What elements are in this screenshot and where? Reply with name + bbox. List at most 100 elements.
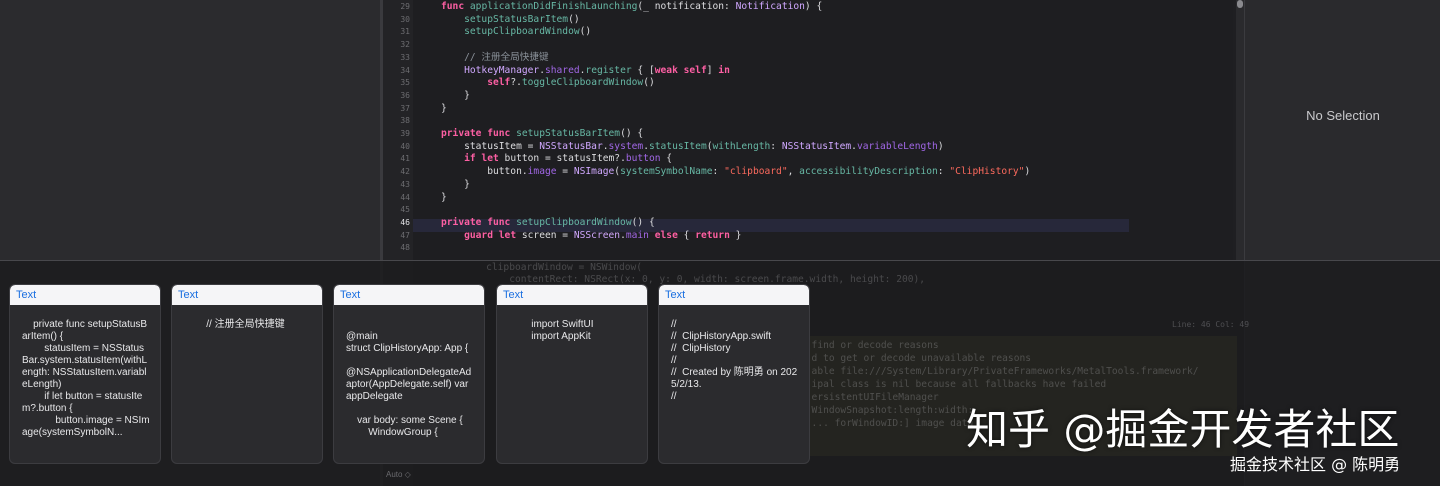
code-token: : xyxy=(770,140,782,152)
card-header: Text xyxy=(497,285,647,305)
code-token: // 注册全局快捷键 xyxy=(464,51,549,63)
ghost-code-line: clipboardWindow = NSWindow( xyxy=(463,262,643,273)
code-token: } xyxy=(441,191,447,203)
code-line[interactable]: self?.toggleClipboardWindow() xyxy=(441,77,655,90)
line-number: 45 xyxy=(400,205,410,215)
line-number: 31 xyxy=(400,27,410,37)
watermark-subtitle: 掘金技术社区 @ 陈明勇 xyxy=(1230,455,1401,474)
watermark: 知乎 @掘金开发者社区 xyxy=(966,405,1400,454)
code-line[interactable]: guard let screen = NSScreen.main else { … xyxy=(441,230,741,243)
code-token: { xyxy=(660,153,673,165)
line-number: 47 xyxy=(400,230,410,240)
card-header: Text xyxy=(659,285,809,305)
line-col-indicator: Line: 46 Col: 49 xyxy=(1172,320,1250,329)
code-token: ) { xyxy=(804,1,823,12)
code-token: } xyxy=(441,89,470,101)
code-token: } xyxy=(441,178,470,190)
card-header: Text xyxy=(10,285,160,305)
line-number: 40 xyxy=(400,141,410,151)
code-token: } xyxy=(729,229,742,241)
code-token: button = statusItem?. xyxy=(504,153,626,165)
code-token: image xyxy=(527,166,557,178)
line-number: 39 xyxy=(400,129,410,138)
line-number: 30 xyxy=(400,14,410,24)
code-token: weak self xyxy=(654,64,707,76)
card-header: Text xyxy=(334,285,484,305)
code-line[interactable]: } xyxy=(441,90,470,103)
code-line[interactable]: } xyxy=(441,192,447,205)
code-line[interactable]: } xyxy=(441,103,447,116)
code-token: = xyxy=(556,166,574,178)
code-token: , xyxy=(787,166,800,178)
card-content: // // ClipHistoryApp.swift // ClipHistor… xyxy=(671,319,798,402)
clipboard-card[interactable]: Text // 注册全局快捷键 xyxy=(172,285,322,463)
code-token: (_ notification: xyxy=(637,1,736,12)
code-line[interactable]: button.image = NSImage(systemSymbolName:… xyxy=(441,166,1030,179)
line-number: 46 xyxy=(400,217,410,227)
clipboard-card[interactable]: Text private func setupStatusBarItem() {… xyxy=(10,285,160,463)
code-line[interactable]: setupClipboardWindow() xyxy=(441,26,591,39)
code-token: if let xyxy=(464,153,505,165)
code-line[interactable]: private func setupClipboardWindow() { xyxy=(441,217,655,230)
code-line[interactable]: HotkeyManager.shared.register { [weak se… xyxy=(441,65,730,78)
code-token: variableLength xyxy=(856,140,938,152)
code-line[interactable]: private func setupStatusBarItem() { xyxy=(441,128,643,141)
code-token: NSScreen xyxy=(573,229,621,241)
code-token: setupClipboardWindow xyxy=(464,26,580,38)
line-number: 38 xyxy=(400,116,410,126)
code-token: NSStatusItem xyxy=(781,140,852,152)
code-token: in xyxy=(718,64,730,76)
line-number: 42 xyxy=(400,167,410,177)
ghost-console-line: ersistentUIFileManager xyxy=(800,392,939,403)
card-content: import SwiftUI import AppKit xyxy=(531,319,594,342)
line-number: 43 xyxy=(400,179,410,189)
code-token: setupStatusBarItem xyxy=(516,128,621,139)
code-token: ?. xyxy=(510,77,522,89)
line-number: 29 xyxy=(400,2,410,11)
code-token: "ClipHistory" xyxy=(949,166,1025,178)
code-token: : xyxy=(712,166,725,178)
scrollbar-thumb[interactable] xyxy=(1237,0,1243,8)
code-line[interactable]: } xyxy=(441,179,470,192)
code-token: { xyxy=(683,229,696,241)
ghost-console-line: able file:///System/Library/PrivateFrame… xyxy=(800,366,1199,377)
clipboard-card[interactable]: Text // // ClipHistoryApp.swift // ClipH… xyxy=(659,285,809,463)
code-token: else xyxy=(648,229,684,241)
code-line[interactable]: statusItem = NSStatusBar.system.statusIt… xyxy=(441,141,944,154)
code-token: applicationDidFinishLaunching xyxy=(469,1,638,12)
card-header: Text xyxy=(172,285,322,305)
code-line[interactable]: setupStatusBarItem() xyxy=(441,14,580,27)
ghost-console-line: d to get or decode unavailable reasons xyxy=(800,353,1032,364)
ghost-console-line: ipal class is nil because all fallbacks … xyxy=(800,379,1107,390)
code-token: () { xyxy=(631,216,655,228)
line-number: 41 xyxy=(400,154,410,164)
editor-scrollbar[interactable] xyxy=(1236,0,1244,260)
ghost-console-line: find or decode reasons xyxy=(800,340,939,351)
line-number: 33 xyxy=(400,52,410,62)
code-line[interactable]: if let button = statusItem?.button { xyxy=(441,153,672,166)
code-token: () { xyxy=(620,128,644,139)
code-token: screen = xyxy=(521,229,574,241)
code-token: main xyxy=(625,229,649,241)
code-token: ] xyxy=(706,64,719,76)
clipboard-card[interactable]: Text @main struct ClipHistoryApp: App { … xyxy=(334,285,484,463)
code-line[interactable]: // 注册全局快捷键 xyxy=(441,51,549,65)
code-token: ) xyxy=(1024,166,1031,178)
line-number: 37 xyxy=(400,103,410,113)
code-token: setupStatusBarItem xyxy=(464,13,569,25)
code-token: NSStatusBar xyxy=(539,140,603,152)
code-token: : xyxy=(937,166,950,178)
clipboard-card[interactable]: Text import SwiftUI import AppKit xyxy=(497,285,647,463)
code-line[interactable]: func applicationDidFinishLaunching(_ not… xyxy=(441,1,822,14)
code-token: private func xyxy=(441,216,517,228)
code-token: () xyxy=(568,13,580,25)
code-token: system xyxy=(608,140,644,152)
code-token: shared xyxy=(544,64,580,76)
code-token: button. xyxy=(441,166,528,178)
code-token: self xyxy=(487,77,511,89)
